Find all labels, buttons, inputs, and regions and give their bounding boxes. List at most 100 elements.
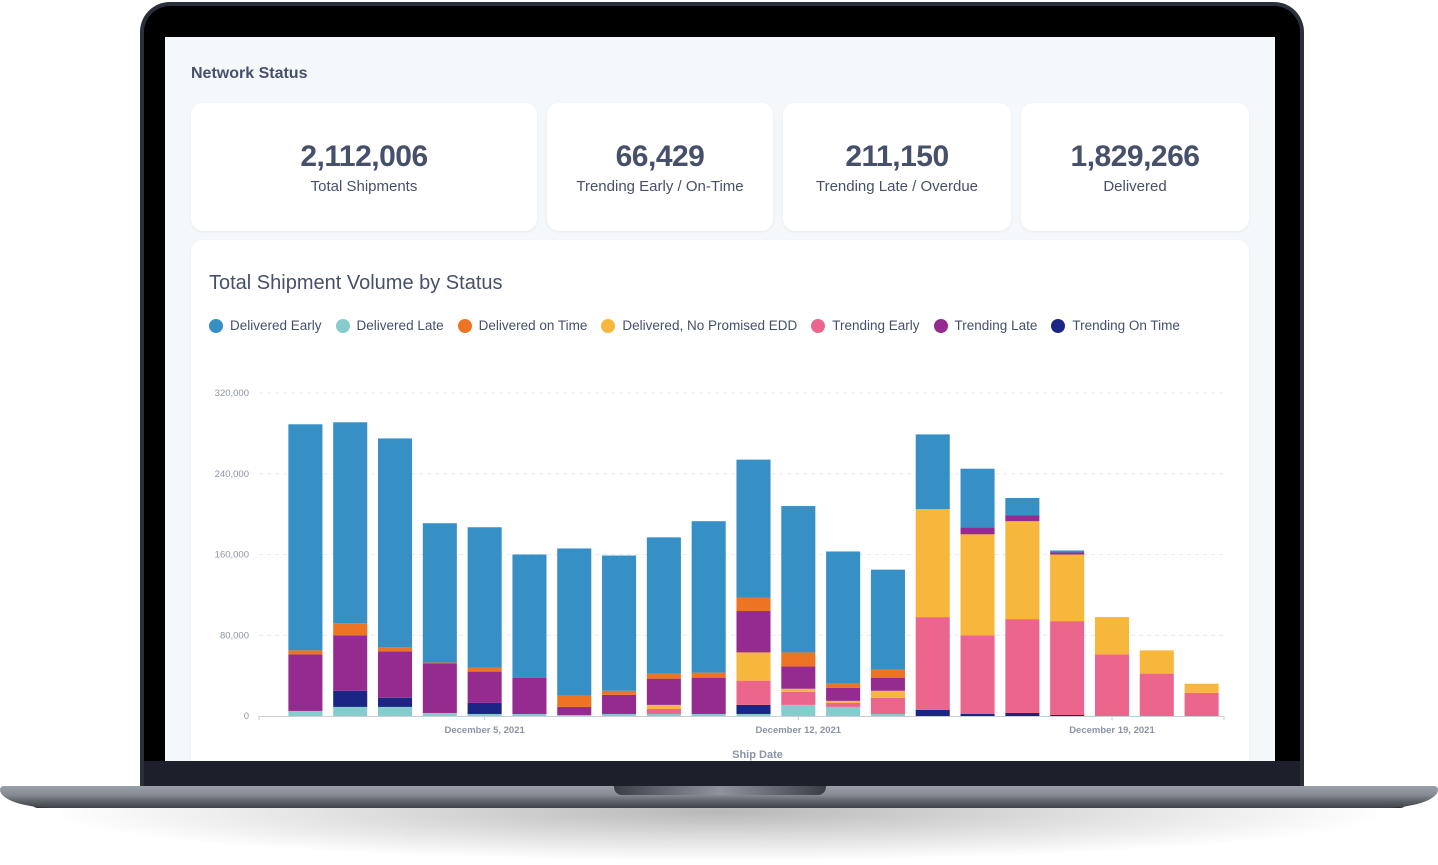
stat-cards: 2,112,006 Total Shipments 66,429 Trendin… [191,103,1249,231]
bar-segment-delivered-early [512,554,547,678]
bar-segment-trending-late [512,677,547,714]
bar-segment-delivered-late [377,706,413,716]
stat-label: Trending Late / Overdue [815,177,979,195]
y-tick-label: 80,000 [220,630,249,641]
bar-segment-delivered-late [512,713,547,716]
bar-segment-trending-early [870,697,905,714]
bar-segment-trending-late [960,527,995,535]
bar-segment-delivered-early [960,468,995,528]
bar-segment-delivered-no-promised-edd [1184,683,1219,693]
bar-segment-delivered-on-time [781,652,816,667]
bar-segment-delivered-early [557,548,592,696]
chart-panel: Total Shipment Volume by Status Delivere… [191,240,1249,761]
bar-segment-trending-on-time [1005,712,1040,716]
bar-segment-delivered-late [736,713,771,716]
y-tick-label: 160,000 [215,550,249,561]
bar-segment-delivered-late [557,714,592,716]
bar-segment-delivered-late [467,713,502,716]
bar-segment-delivered-no-promised-edd [915,509,950,618]
bar-segment-delivered-late [333,706,368,716]
bar-segment-delivered-late [691,713,726,716]
bar-segment-trending-late [557,706,592,715]
bar-segment-delivered-early [602,555,637,691]
bar-segment-trending-late [826,687,861,701]
stacked-bar-chart: 0 80,000 160,000 240,000 320,000 December 5, … [215,388,1225,761]
bar-segment-delivered-late [646,713,681,716]
bar-segment-delivered-no-promised-edd [826,700,861,703]
bar-segment-trending-late [422,663,457,713]
bar-segment-delivered-no-promised-edd [870,690,905,698]
bar-segment-trending-late [333,635,368,691]
bar-segment-delivered-early [915,434,950,510]
bar-segment-delivered-on-time [602,690,637,695]
stat-label: Delivered [1103,177,1167,195]
bar-segment-delivered-early [736,459,771,598]
bar-segment-delivered-early [467,527,502,668]
bar-segment-delivered-on-time [467,667,502,672]
bar-segment-trending-early [1094,654,1130,716]
bar-segment-delivered-no-promised-edd [646,704,681,709]
bar-segment-trending-late [377,651,413,698]
bar-segment-trending-late [736,611,771,653]
bar-segment-delivered-early [781,506,816,653]
bar-segment-trending-early [915,617,950,710]
bar-segment-delivered-early [646,537,681,674]
bar-segment-trending-late [781,666,816,689]
bar-segment-delivered-on-time [288,650,323,655]
y-tick-label: 320,000 [215,388,249,399]
page-title: Network Status [191,65,308,82]
bar-segment-trending-late [870,677,905,691]
bar-segment-delivered-early [826,551,861,684]
bar-segment-delivered-late [422,712,457,716]
bar-segment-delivered-early [1050,550,1085,553]
laptop-notch [614,786,826,795]
bar-segment-delivered-on-time [736,597,771,612]
bar-segment-trending-on-time [467,702,502,714]
bar-segment-delivered-no-promised-edd [781,688,816,692]
x-tick-label: December 12, 2021 [756,725,842,736]
bar-segment-delivered-no-promised-edd [1005,521,1040,620]
bar-segment-delivered-no-promised-edd [960,534,995,636]
bar-segment-trending-on-time [377,697,413,707]
stat-card-delivered[interactable]: 1,829,266 Delivered [1021,103,1249,231]
bar-segment-trending-on-time [736,704,771,714]
stat-value: 1,829,266 [1070,139,1200,173]
bar-segment-trending-late [467,671,502,703]
bar-segment-trending-on-time [960,713,995,716]
bar-segment-trending-on-time [1050,714,1085,716]
bar-segment-trending-late [602,694,637,714]
bar-segment-delivered-late [826,706,861,716]
stat-label: Total Shipments [310,177,418,195]
bar-segment-delivered-early [377,438,413,648]
bar-segment-delivered-early [422,523,457,663]
bar-segment-trending-early [646,708,681,714]
y-tick-label: 240,000 [215,469,249,480]
bar-segment-delivered-early [1005,497,1040,516]
laptop-lower-bezel [144,761,1300,786]
bar-segment-delivered-late [870,713,905,716]
bar-segment-trending-early [1139,673,1174,716]
bar-segment-trending-early [1184,692,1219,716]
x-axis-title: Ship Date [732,749,783,761]
bar-segment-delivered-early [870,569,905,670]
bar-segment-trending-late [691,677,726,714]
bar-segment-trending-on-time [915,709,950,716]
x-tick-label: December 19, 2021 [1069,725,1155,736]
bar-segment-delivered-on-time [870,669,905,678]
bar-segment-delivered-on-time [333,623,368,636]
stat-label: Trending Early / On-Time [576,177,744,195]
bar-segment-trending-on-time [333,690,368,707]
bar-segment-trending-late [646,678,681,705]
bar-segment-trending-early [1005,619,1040,713]
bar-segment-delivered-early [691,521,726,673]
stat-card-total-shipments[interactable]: 2,112,006 Total Shipments [191,103,537,231]
bar-segment-trending-late [288,654,323,711]
bar-segment-delivered-on-time [422,662,457,664]
bar-segment-delivered-on-time [826,683,861,688]
stat-card-trending-late[interactable]: 211,150 Trending Late / Overdue [783,103,1011,231]
bar-segment-trending-early [826,702,861,707]
screen: Network Status 2,112,006 Total Shipments… [165,37,1275,761]
stat-card-trending-early[interactable]: 66,429 Trending Early / On-Time [547,103,773,231]
bar-segment-delivered-no-promised-edd [736,652,771,681]
bar-segment-delivered-late [602,713,637,716]
